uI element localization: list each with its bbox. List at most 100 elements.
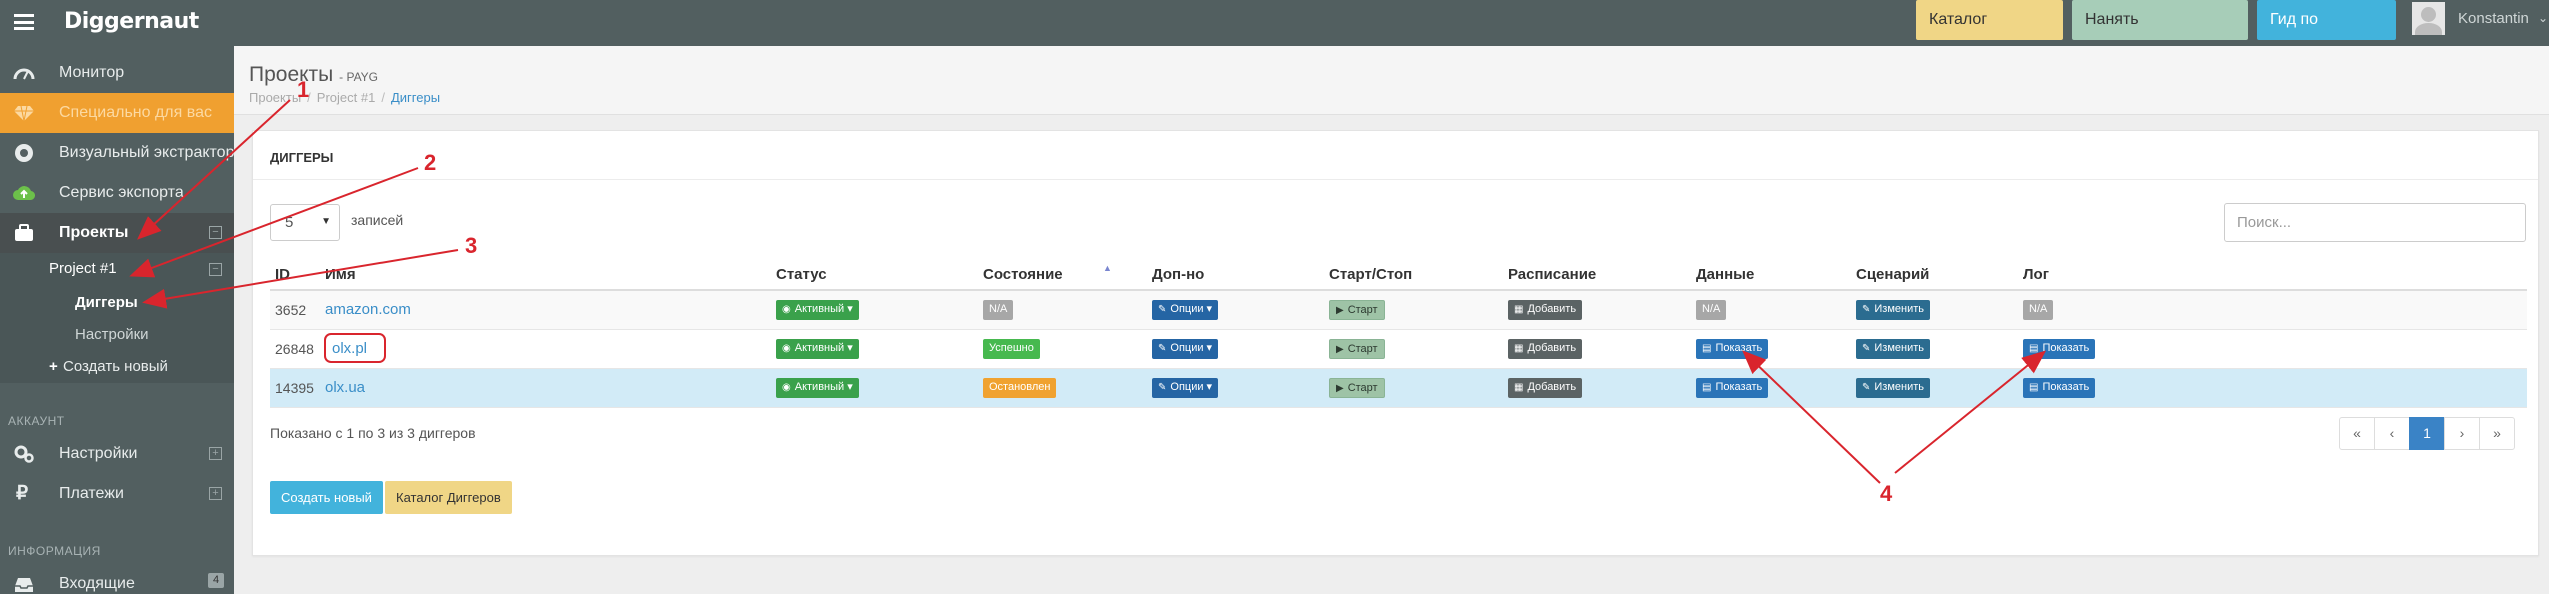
annotation-label: 1 <box>297 77 310 102</box>
expand-icon[interactable]: + <box>209 487 222 500</box>
page-next[interactable]: › <box>2444 417 2480 450</box>
page-last[interactable]: » <box>2479 417 2515 450</box>
digger-name-link[interactable]: olx.ua <box>325 379 365 396</box>
top-bar: Diggernaut Каталог Диггеров Нанять разра… <box>0 0 2549 68</box>
col-data[interactable]: Данные <box>1696 266 1754 283</box>
user-name[interactable]: Konstantin <box>2458 10 2529 27</box>
sidebar-item-settings[interactable]: Настройки <box>0 319 234 351</box>
sidebar-item-projects[interactable]: Проекты − <box>0 213 234 253</box>
add-schedule-button[interactable]: ▦ Добавить <box>1508 339 1583 359</box>
file-icon: ▤ <box>2029 343 2039 354</box>
edit-icon: ✎ <box>1862 382 1871 393</box>
state-badge: Успешно <box>983 339 1040 359</box>
digger-name-link[interactable]: olx.pl <box>332 340 367 357</box>
col-log[interactable]: Лог <box>2023 266 2049 283</box>
edit-script-button[interactable]: ✎ Изменить <box>1856 300 1931 320</box>
collapse-icon[interactable]: − <box>209 226 222 239</box>
status-dropdown[interactable]: ◉ Активный ▾ <box>776 339 859 359</box>
chevron-down-icon: ▼ <box>321 216 331 227</box>
sidebar-item-account-settings[interactable]: Настройки + <box>0 434 234 474</box>
page-1[interactable]: 1 <box>2409 417 2445 450</box>
page-title: Проекты - PAYG <box>249 63 379 86</box>
col-state[interactable]: Состояние <box>983 266 1063 283</box>
table-info: Показано с 1 по 3 из 3 диггеров <box>270 425 476 441</box>
page-prev[interactable]: ‹ <box>2374 417 2410 450</box>
options-dropdown[interactable]: ✎ Опции ▾ <box>1152 378 1219 398</box>
file-icon: ▤ <box>2029 382 2039 393</box>
state-badge: N/A <box>983 300 1014 320</box>
table-row: 3652 amazon.com ◉ Активный ▾ N/A ✎ Опции ▾… <box>270 291 2527 330</box>
breadcrumb-projects[interactable]: Проекты <box>249 90 301 105</box>
catalog-button[interactable]: Каталог Диггеров <box>1916 0 2063 68</box>
ruble-icon: ₽ <box>16 483 29 504</box>
page-guide-button[interactable]: Гид по странице <box>2257 0 2396 68</box>
inbox-icon <box>15 578 33 592</box>
section-header-account: АККАУНТ <box>8 414 65 428</box>
check-circle-icon: ◉ <box>782 304 791 315</box>
options-dropdown[interactable]: ✎ Опции ▾ <box>1152 339 1219 359</box>
diggers-panel: ДИГГЕРЫ 5 ▼ записей ID Имя ▲ Статус Сост… <box>252 130 2539 556</box>
digger-name-link[interactable]: amazon.com <box>325 301 411 318</box>
pagination: « ‹ 1 › » <box>2339 417 2515 450</box>
col-script[interactable]: Сценарий <box>1856 266 1929 283</box>
collapse-icon[interactable]: − <box>209 263 222 276</box>
edit-script-button[interactable]: ✎ Изменить <box>1856 378 1931 398</box>
status-dropdown[interactable]: ◉ Активный ▾ <box>776 378 859 398</box>
page-subtitle: - PAYG <box>339 70 379 84</box>
avatar[interactable] <box>2412 2 2445 35</box>
sidebar-item-special[interactable]: Специально для вас <box>0 93 234 133</box>
add-schedule-button[interactable]: ▦ Добавить <box>1508 378 1583 398</box>
hire-developer-button[interactable]: Нанять разработчика <box>2072 0 2248 68</box>
sidebar-item-create-new[interactable]: + Создать новый <box>0 351 234 383</box>
options-dropdown[interactable]: ✎ Опции ▾ <box>1152 300 1219 320</box>
sidebar-item-monitor[interactable]: Монитор <box>0 53 234 93</box>
check-circle-icon: ◉ <box>782 343 791 354</box>
sidebar-item-visual-extractor[interactable]: Визуальный экстрактор <box>0 133 234 173</box>
col-id[interactable]: ID <box>275 266 290 283</box>
show-log-button[interactable]: ▤ Показать <box>2023 378 2096 398</box>
table-row: 14395 olx.ua ◉ Активный ▾ Остановлен ✎ Опц… <box>270 369 2527 408</box>
col-start-stop[interactable]: Старт/Стоп <box>1329 266 1412 283</box>
sort-asc-icon: ▲ <box>1103 263 1112 273</box>
show-data-button[interactable]: ▤ Показать <box>1696 378 1769 398</box>
edit-script-button[interactable]: ✎ Изменить <box>1856 339 1931 359</box>
search-input[interactable] <box>2224 203 2526 242</box>
start-button[interactable]: ▶ Старт <box>1329 339 1385 359</box>
edit-icon: ✎ <box>1158 382 1167 393</box>
page-length-select[interactable]: 5 ▼ <box>270 204 340 241</box>
play-icon: ▶ <box>1336 344 1344 355</box>
start-button[interactable]: ▶ Старт <box>1329 300 1385 320</box>
col-schedule[interactable]: Расписание <box>1508 266 1596 283</box>
sidebar-item-label: Входящие <box>59 575 135 592</box>
sidebar-item-inbox[interactable]: Входящие 4 <box>0 564 234 594</box>
page-first[interactable]: « <box>2339 417 2375 450</box>
sidebar-item-payments[interactable]: ₽ Платежи + <box>0 474 234 514</box>
breadcrumb-diggers[interactable]: Диггеры <box>391 90 440 105</box>
sidebar-item-diggers[interactable]: Диггеры <box>0 287 234 319</box>
create-new-button[interactable]: Создать новый <box>270 481 383 514</box>
sidebar-item-export[interactable]: Сервис экспорта <box>0 173 234 213</box>
chrome-icon <box>15 144 33 162</box>
annotation-label: 3 <box>465 233 478 258</box>
col-name[interactable]: Имя <box>325 266 356 283</box>
table-row: 26848 olx.pl ◉ Активный ▾ Успешно ✎ Опции … <box>270 330 2527 369</box>
breadcrumb-project-1[interactable]: Project #1 <box>317 90 376 105</box>
play-icon: ▶ <box>1336 305 1344 316</box>
sidebar-item-project-1[interactable]: Project #1 − <box>0 253 234 287</box>
col-status[interactable]: Статус <box>776 266 827 283</box>
col-extra[interactable]: Доп-но <box>1152 266 1204 283</box>
show-log-button[interactable]: ▤ Показать <box>2023 339 2096 359</box>
chevron-down-icon[interactable]: ⌄ <box>2538 11 2548 25</box>
menu-icon[interactable] <box>14 14 34 30</box>
cell-id: 3652 <box>275 302 307 318</box>
data-badge: N/A <box>1696 300 1727 320</box>
start-button[interactable]: ▶ Старт <box>1329 378 1385 398</box>
app-logo[interactable]: Diggernaut <box>64 9 199 34</box>
status-dropdown[interactable]: ◉ Активный ▾ <box>776 300 859 320</box>
show-data-button[interactable]: ▤ Показать <box>1696 339 1769 359</box>
annotation-label: 4 <box>1880 481 1893 506</box>
catalog-diggers-button[interactable]: Каталог Диггеров <box>385 481 512 514</box>
add-schedule-button[interactable]: ▦ Добавить <box>1508 300 1583 320</box>
expand-icon[interactable]: + <box>209 447 222 460</box>
section-header-info: ИНФОРМАЦИЯ <box>8 544 101 558</box>
